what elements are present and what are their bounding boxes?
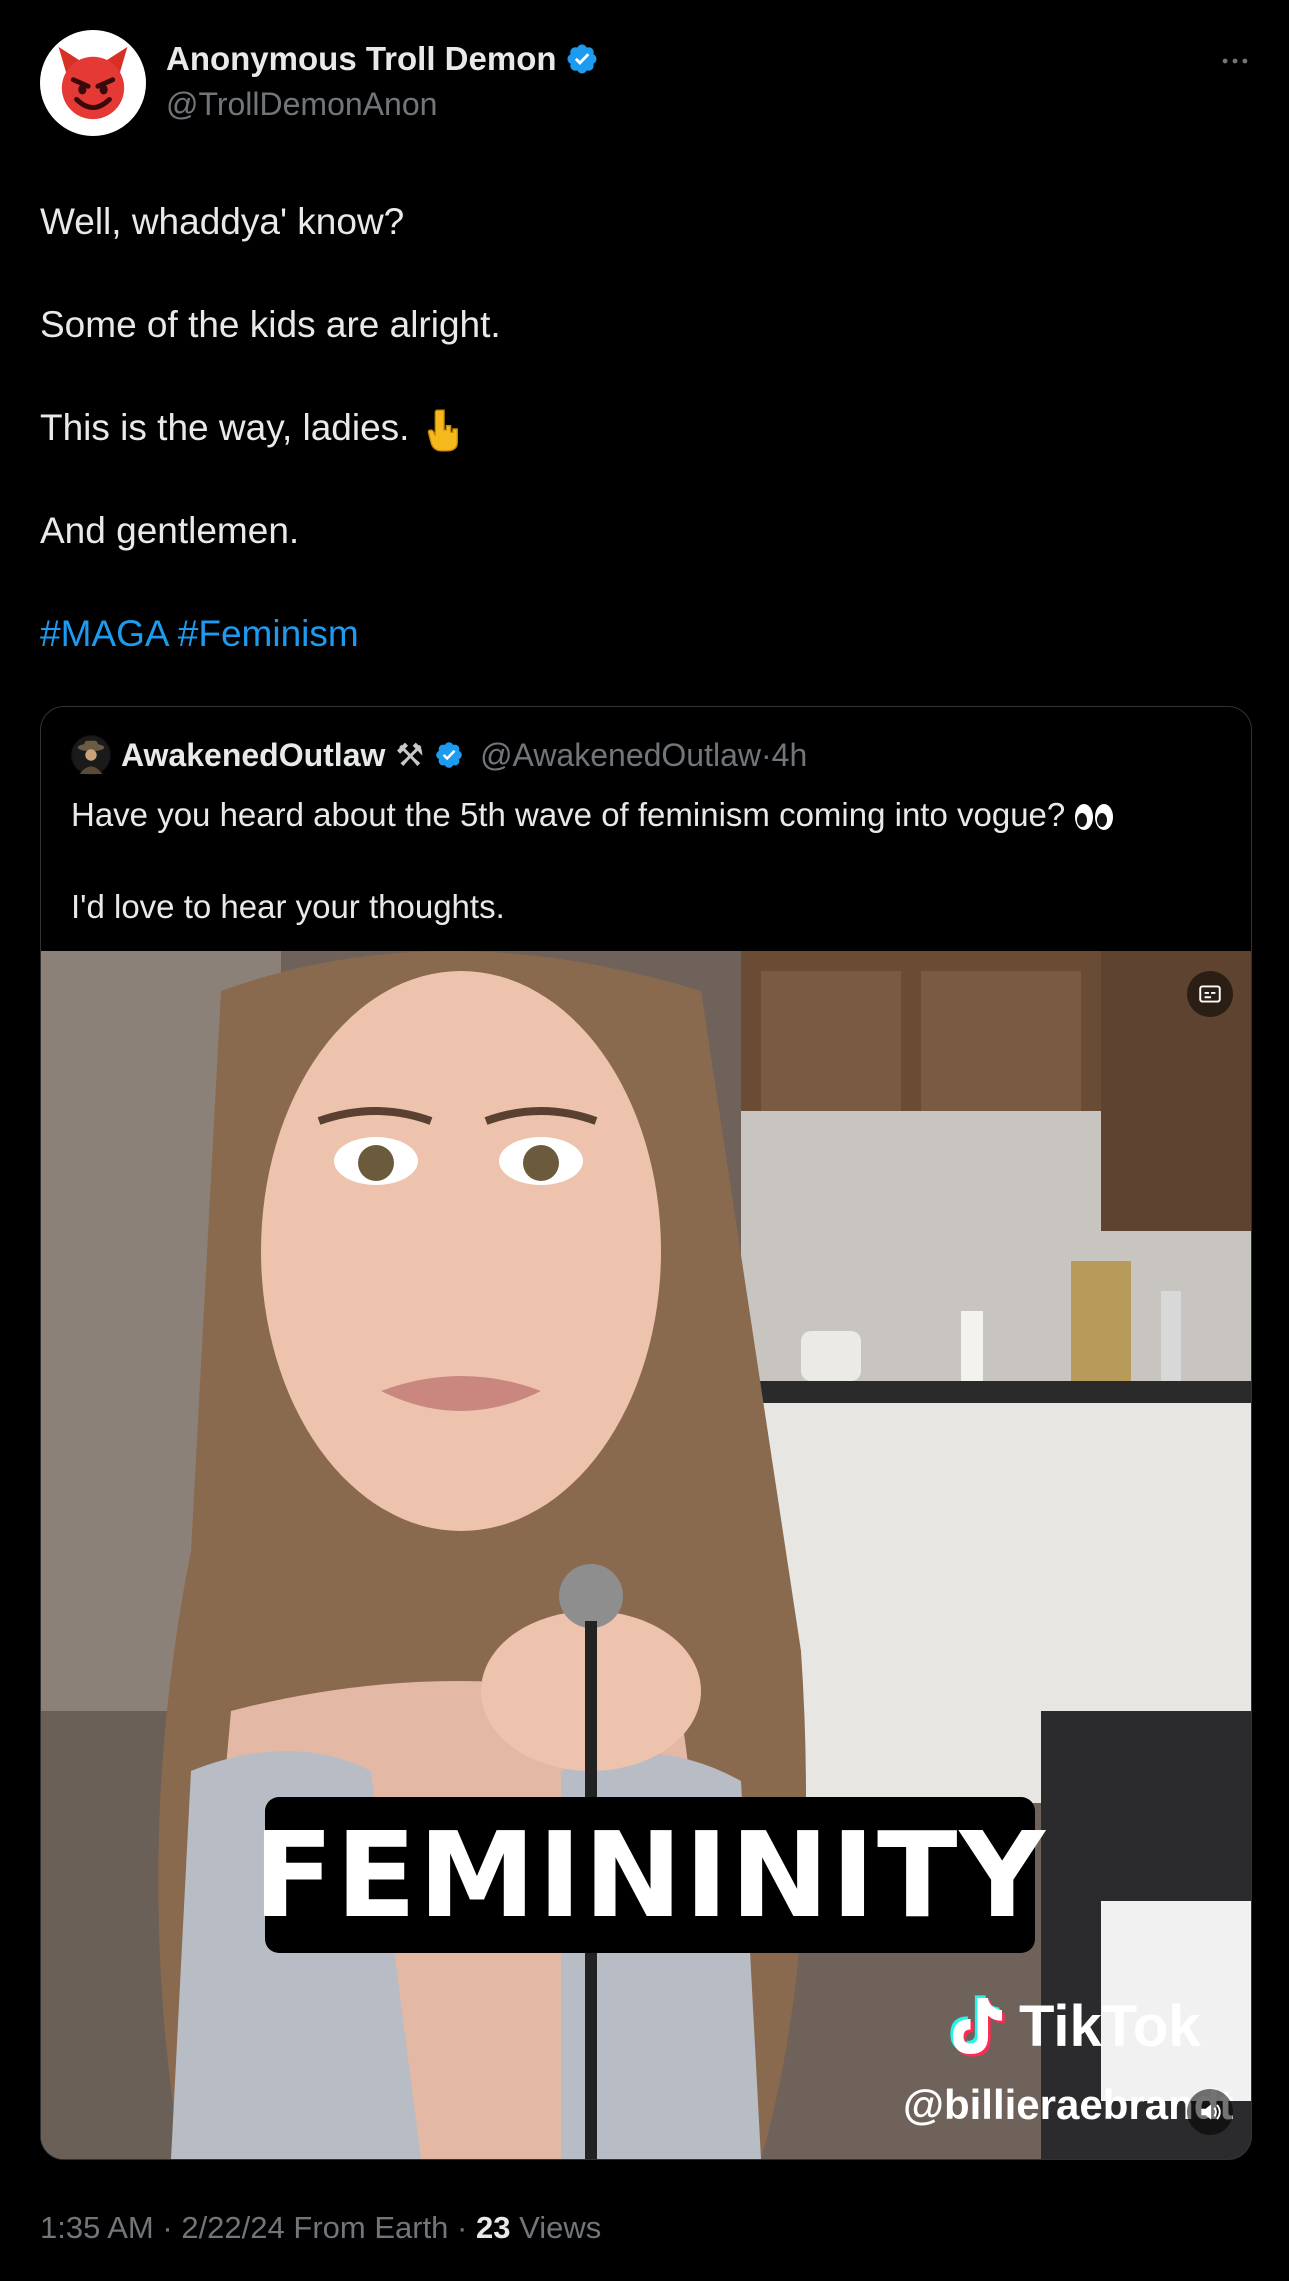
tiktok-username: @billieraebrandt: [903, 2081, 1234, 2128]
tweet-meta: 1:35 AM · 2/22/24 From Earth · 23 Views: [40, 2210, 601, 2246]
quoted-author-handle[interactable]: @AwakenedOutlaw·4h: [480, 737, 807, 774]
tiktok-logo-icon: [950, 1995, 1005, 2057]
verified-badge-icon: [565, 42, 599, 76]
quoted-time: 4h: [771, 736, 808, 773]
tweet-text: Well, whaddya' know? Some of the kids ar…: [40, 196, 1240, 711]
tiktok-brand: TikTok: [1019, 1993, 1201, 2059]
views-label: Views: [519, 2210, 602, 2245]
more-options-icon[interactable]: [1218, 44, 1252, 78]
tweet-paragraph: Well, whaddya' know?: [40, 201, 405, 242]
quoted-line: I'd love to hear your thoughts.: [71, 888, 505, 925]
captions-toggle-icon[interactable]: [1187, 971, 1233, 1017]
tweet-source: From Earth: [293, 2210, 449, 2245]
hashtag-link[interactable]: #Feminism: [178, 613, 359, 654]
quoted-line: Have you heard about the 5th wave of fem…: [71, 792, 1221, 838]
quoted-tweet-text: Have you heard about the 5th wave of fem…: [71, 792, 1221, 976]
tweet-paragraph: This is the way, ladies.: [40, 402, 1240, 454]
outlaw-avatar-icon: [72, 736, 110, 774]
author-avatar[interactable]: [40, 30, 146, 136]
quoted-tweet[interactable]: AwakenedOutlaw ⚒ @AwakenedOutlaw·4h Have…: [40, 706, 1252, 2160]
author-name-row[interactable]: Anonymous Troll Demon: [166, 40, 599, 78]
point-down-icon: [425, 408, 461, 452]
tiktok-watermark: TikTok: [939, 1991, 1201, 2061]
quoted-handle-text: @AwakenedOutlaw: [480, 736, 761, 773]
separator-dot: ·: [457, 2210, 468, 2245]
smiling-devil-icon: [58, 46, 128, 120]
tweet-paragraph: Some of the kids are alright.: [40, 304, 501, 345]
video-caption: FEMININITY: [253, 1806, 1047, 1944]
video-caption-box: FEMININITY: [253, 1797, 1045, 1953]
separator-dot: ·: [761, 736, 772, 773]
hashtag-link[interactable]: #MAGA: [40, 613, 168, 654]
tweet-date[interactable]: 2/22/24: [181, 2210, 284, 2245]
quoted-line-text: Have you heard about the 5th wave of fem…: [71, 796, 1066, 833]
eyes-icon: [1073, 802, 1115, 832]
volume-icon[interactable]: [1187, 2089, 1233, 2135]
views-count: 23: [476, 2210, 511, 2245]
hammer-pick-icon: ⚒: [395, 737, 425, 773]
tweet-paragraph-text: This is the way, ladies.: [40, 407, 410, 448]
quoted-author-name[interactable]: AwakenedOutlaw: [121, 737, 385, 774]
video-frame: [41, 951, 1251, 2159]
tweet-paragraph: And gentlemen.: [40, 510, 300, 551]
quoted-tweet-header: AwakenedOutlaw ⚒ @AwakenedOutlaw·4h: [71, 735, 807, 775]
verified-badge-icon: [434, 740, 464, 770]
hashtags: #MAGA #Feminism: [40, 608, 1240, 660]
video-player[interactable]: FEMININITY TikTok @billieraebrandt: [41, 951, 1251, 2159]
tweet-time[interactable]: 1:35 AM: [40, 2210, 154, 2245]
author-display-name[interactable]: Anonymous Troll Demon: [166, 40, 557, 78]
separator-dot: ·: [162, 2210, 173, 2245]
quoted-author-avatar[interactable]: [71, 735, 111, 775]
author-handle[interactable]: @TrollDemonAnon: [166, 86, 437, 123]
